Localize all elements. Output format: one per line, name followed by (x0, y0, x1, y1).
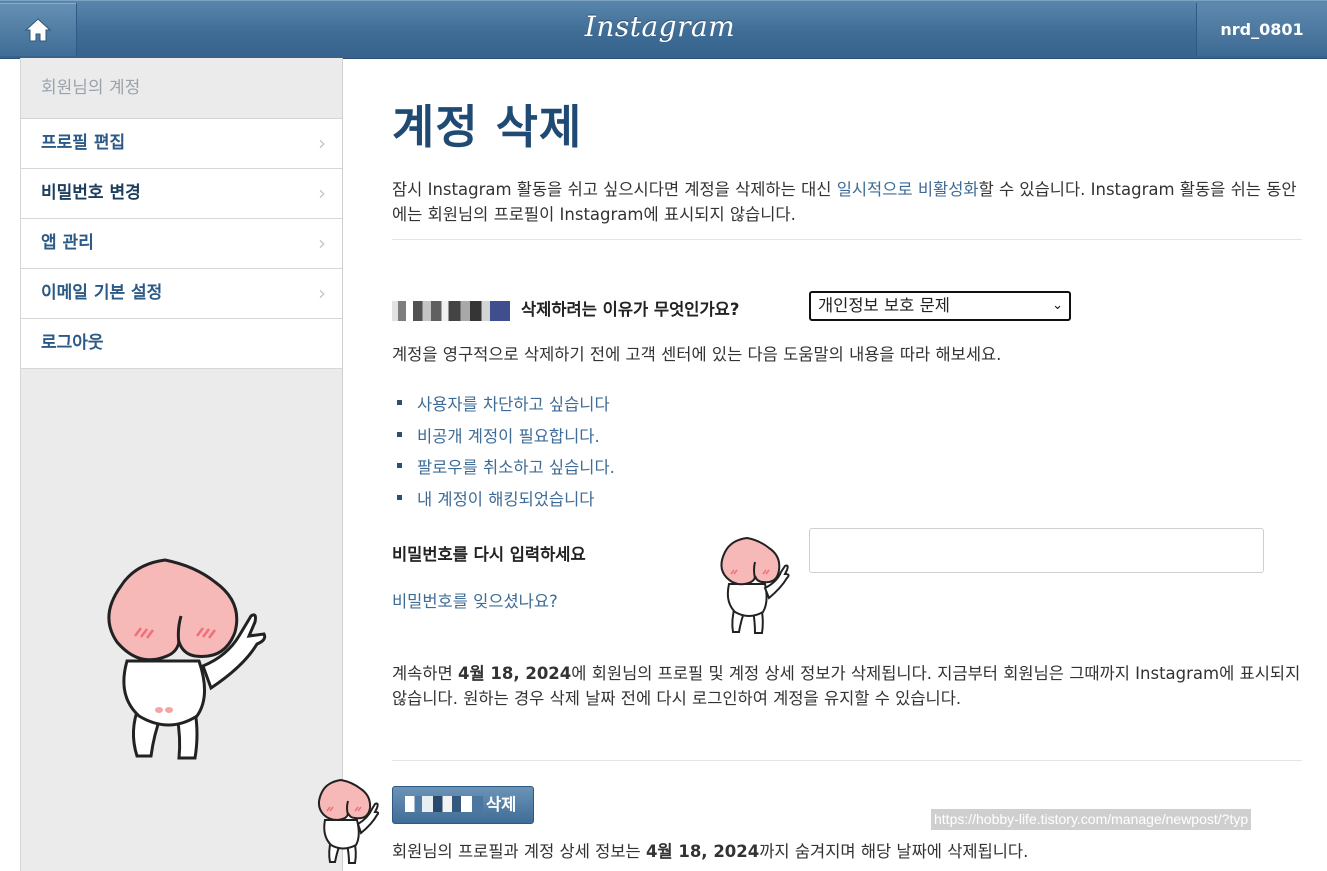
sidebar-item-manage-apps[interactable]: 앱 관리 › (21, 219, 342, 269)
help-link-hacked[interactable]: 내 계정이 해킹되었습니다 (392, 486, 615, 518)
sidebar-item-label: 비밀번호 변경 (41, 183, 141, 203)
final-note: 회원님의 프로필과 계정 상세 정보는 4월 18, 2024까지 숨겨지며 해… (392, 838, 1028, 862)
home-icon (24, 18, 52, 42)
peach-sticker (107, 558, 267, 760)
delete-account-button[interactable]: 삭제 (392, 786, 534, 824)
help-text: 계정을 영구적으로 삭제하기 전에 고객 센터에 있는 다음 도움말의 내용을 … (392, 345, 1002, 364)
peach-sticker (318, 778, 380, 864)
sidebar-heading: 회원님의 계정 (21, 58, 342, 119)
reason-row: 삭제하려는 이유가 무엇인가요? 개인정보 보호 문제 ⌄ (392, 290, 1302, 330)
notice-text-part: 계속하면 (392, 664, 458, 683)
sidebar-item-change-password[interactable]: 비밀번호 변경 › (21, 169, 342, 219)
profile-button[interactable]: nrd_0801 (1196, 3, 1327, 56)
chevron-right-icon: › (318, 281, 326, 305)
sidebar-item-edit-profile[interactable]: 프로필 편집 › (21, 119, 342, 169)
intro-text-part: 잠시 Instagram 활동을 쉬고 싶으시다면 계정을 삭제하는 대신 (392, 180, 837, 199)
help-links: 사용자를 차단하고 싶습니다 비공개 계정이 필요합니다. 팔로우를 취소하고 … (392, 391, 615, 517)
password-label: 비밀번호를 다시 입력하세요 (392, 545, 586, 564)
deletion-notice: 계속하면 4월 18, 2024에 회원님의 프로필 및 계정 상세 정보가 삭… (392, 661, 1304, 711)
password-input[interactable] (809, 528, 1264, 573)
sidebar-item-label: 앱 관리 (41, 233, 94, 253)
peach-sticker (720, 536, 790, 634)
final-note-part: 까지 숨겨지며 해당 날짜에 삭제됩니다. (759, 842, 1029, 861)
page-title: 계정 삭제 (392, 100, 583, 154)
home-button[interactable] (0, 3, 77, 56)
chevron-down-icon: ⌄ (1052, 298, 1063, 313)
help-link-unfollow[interactable]: 팔로우를 취소하고 싶습니다. (392, 454, 615, 486)
sidebar-item-email-settings[interactable]: 이메일 기본 설정 › (21, 269, 342, 319)
help-link-private-account[interactable]: 비공개 계정이 필요합니다. (392, 423, 615, 455)
instagram-logo[interactable]: Instagram (560, 10, 760, 43)
sidebar-item-label: 프로필 편집 (41, 133, 126, 153)
top-nav-bar: Instagram nrd_0801 (0, 0, 1327, 59)
help-link-block-user[interactable]: 사용자를 차단하고 싶습니다 (392, 391, 615, 423)
delete-button-label: 삭제 (486, 795, 517, 814)
divider (392, 760, 1302, 761)
forgot-password-link[interactable]: 비밀번호를 잊으셨나요? (392, 588, 558, 612)
chevron-right-icon: › (318, 181, 326, 205)
reason-select[interactable]: 개인정보 보호 문제 ⌄ (809, 291, 1071, 321)
deletion-date: 4월 18, 2024 (645, 842, 760, 861)
sidebar: 회원님의 계정 프로필 편집 › 비밀번호 변경 › 앱 관리 › 이메일 기본… (20, 58, 343, 871)
redacted-username (405, 796, 483, 812)
deletion-date: 4월 18, 2024 (457, 664, 572, 683)
divider (392, 239, 1302, 240)
reason-selected-value: 개인정보 보호 문제 (818, 296, 950, 315)
reason-label: 삭제하려는 이유가 무엇인가요? (521, 300, 740, 319)
chevron-right-icon: › (318, 131, 326, 155)
sidebar-item-label: 이메일 기본 설정 (41, 283, 163, 303)
sidebar-item-logout[interactable]: 로그아웃 (21, 319, 342, 369)
url-watermark: https://hobby-life.tistory.com/manage/ne… (931, 809, 1252, 830)
chevron-right-icon: › (318, 231, 326, 255)
deactivate-link[interactable]: 일시적으로 비활성화 (837, 180, 979, 199)
final-note-part: 회원님의 프로필과 계정 상세 정보는 (392, 842, 646, 861)
sidebar-item-label: 로그아웃 (41, 333, 104, 353)
intro-text: 잠시 Instagram 활동을 쉬고 싶으시다면 계정을 삭제하는 대신 일시… (392, 177, 1302, 227)
redacted-username (392, 301, 510, 321)
